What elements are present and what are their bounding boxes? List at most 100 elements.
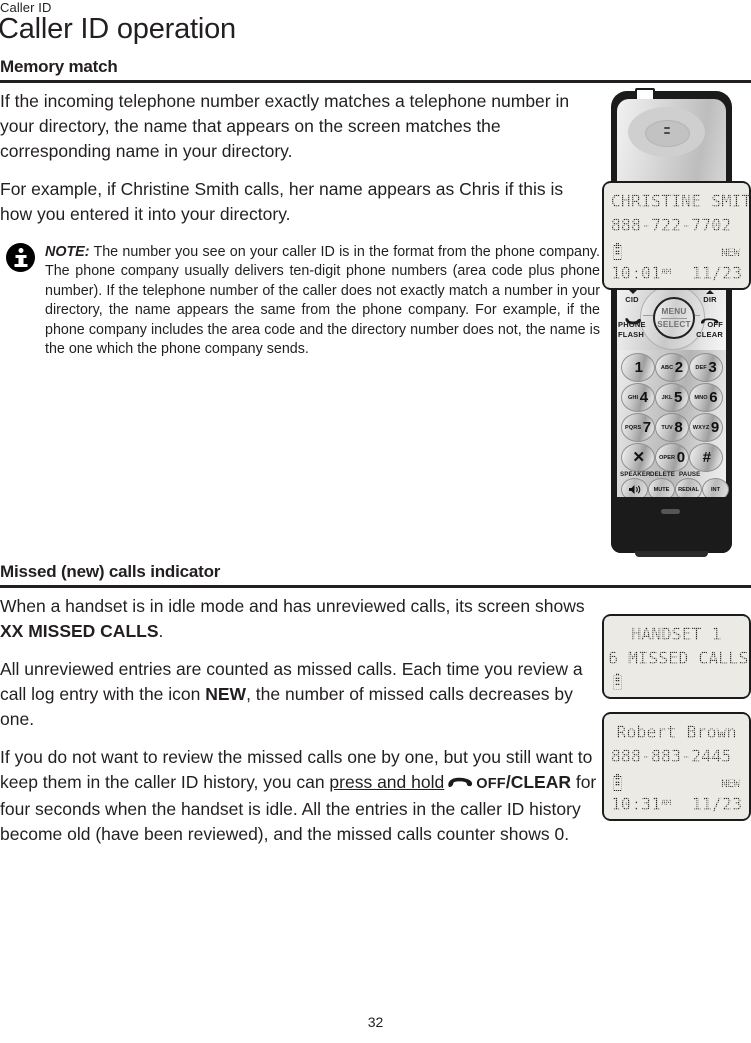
- paragraph: All unreviewed entries are counted as mi…: [0, 657, 597, 732]
- paragraph: For example, if Christine Smith calls, h…: [0, 179, 564, 224]
- menu-label: MENU: [661, 306, 687, 316]
- key-letters: GHI: [627, 394, 639, 401]
- key-digit: 3: [708, 359, 717, 376]
- key-digit: 4: [639, 389, 649, 406]
- key-6[interactable]: MNO 6: [689, 383, 723, 412]
- keypad: 1 ABC 2 DEF 3 GHI 4 JKL 5 MNO 6 PQRS 7 TUV 8 WX…: [617, 350, 729, 501]
- brand-logo-ghost: [641, 161, 696, 175]
- handset-illustration: CID DIR MENU SELECT PHONE FLASH OFF CLEA…: [611, 88, 732, 557]
- key-5[interactable]: JKL 5: [655, 383, 689, 412]
- section-heading-memory-match: Memory match: [0, 57, 118, 76]
- lcd-ampm: AM: [661, 267, 672, 276]
- key-digit: 0: [676, 449, 686, 466]
- lcd-caller-name: CHRISTINE SMITH: [611, 192, 751, 211]
- off-key-label[interactable]: OFF: [691, 321, 723, 329]
- key-digit: 2: [674, 359, 684, 376]
- key-letters: MNO: [694, 394, 708, 401]
- battery-icon: [613, 773, 622, 791]
- microphone-slot: [661, 509, 680, 514]
- key-2[interactable]: ABC 2: [655, 353, 689, 382]
- battery-icon: [613, 242, 622, 260]
- note-text: NOTE: The number you see on your caller …: [45, 243, 600, 359]
- lcd-new-flag: NEW: [721, 777, 740, 790]
- divider-missed-calls: [0, 585, 751, 588]
- page-title: Caller ID operation: [0, 13, 236, 45]
- lcd-time: 10:01AM: [611, 264, 671, 283]
- key-digit: 1: [634, 359, 643, 376]
- key-letters: PQRS: [624, 424, 642, 431]
- speaker-key-label[interactable]: SPEAKER: [620, 471, 651, 478]
- key-1[interactable]: 1: [621, 353, 655, 382]
- key-letters: JKL: [661, 394, 673, 401]
- phone-handset-down-icon: [700, 312, 719, 324]
- inline-clear-label: /CLEAR: [505, 772, 571, 792]
- missed-calls-body: When a handset is in idle mode and has u…: [0, 594, 597, 860]
- note-body: The number you see on your caller ID is …: [45, 244, 600, 358]
- lcd-screen-missed-calls: HANDSET 1 6 MISSED CALLS: [602, 614, 751, 699]
- menu-select-button[interactable]: MENU SELECT: [653, 297, 695, 339]
- phone-handset-up-icon: [624, 312, 642, 325]
- memory-match-body: If the incoming telephone number exactly…: [0, 89, 597, 240]
- inline-off-label: OFF: [476, 776, 506, 792]
- phone-key-label[interactable]: PHONE: [618, 321, 648, 329]
- lcd-screen-robert-brown: Robert Brown 888-883-2445 NEW 10:31AM 11…: [602, 712, 751, 821]
- lcd-date: 11/23: [691, 264, 742, 283]
- paragraph: When a handset is in idle mode and has u…: [0, 594, 597, 644]
- paragraph: If the incoming telephone number exactly…: [0, 91, 570, 161]
- section-heading-missed-calls: Missed (new) calls indicator: [0, 562, 221, 581]
- key-digit: 7: [642, 419, 652, 436]
- clear-key-label[interactable]: CLEAR: [691, 331, 723, 339]
- lcd-caller-number: 888-722-7702: [611, 216, 732, 235]
- paragraph: If you do not want to review the missed …: [0, 745, 597, 847]
- lcd-time: 10:31AM: [611, 795, 671, 814]
- earpiece-speaker-dots: [664, 127, 670, 138]
- key-8[interactable]: TUV 8: [655, 413, 689, 442]
- lcd-new-flag: NEW: [721, 246, 740, 259]
- delete-key-label[interactable]: DELETE: [650, 471, 675, 478]
- info-icon: [6, 243, 35, 272]
- inline-press-and-hold: press and hold: [329, 772, 445, 792]
- key-4[interactable]: GHI 4: [621, 383, 655, 412]
- lcd-caller-name: Robert Brown: [616, 723, 737, 742]
- paragraph-text: .: [158, 621, 164, 641]
- flash-key-label[interactable]: FLASH: [618, 331, 648, 339]
- key-letters: TUV: [661, 424, 673, 431]
- lcd-handset-label: HANDSET 1: [631, 625, 722, 644]
- lcd-screen-caller-id: CHRISTINE SMITH 888-722-7702 NEW 10:01AM…: [602, 181, 751, 290]
- lcd-date: 11/23: [691, 795, 742, 814]
- key-digit: 8: [674, 419, 683, 436]
- key-letters: OPER: [658, 454, 676, 461]
- key-pound[interactable]: #: [689, 443, 723, 472]
- divider-memory-match: [0, 80, 751, 83]
- select-label: SELECT: [657, 319, 691, 329]
- handset-chin: [611, 497, 732, 553]
- key-0[interactable]: OPER 0: [655, 443, 689, 472]
- battery-icon: [613, 672, 622, 690]
- pause-key-label[interactable]: PAUSE: [679, 471, 700, 478]
- key-7[interactable]: PQRS 7: [621, 413, 655, 442]
- key-letters: DEF: [695, 364, 707, 371]
- key-9[interactable]: WXYZ 9: [689, 413, 723, 442]
- inline-bold-xx-missed-calls: XX MISSED CALLS: [0, 621, 159, 641]
- key-letters: WXYZ: [692, 424, 710, 431]
- key-digit: 6: [709, 389, 718, 406]
- key-3[interactable]: DEF 3: [689, 353, 723, 382]
- lcd-time-value: 10:01: [611, 264, 662, 283]
- lcd-missed-calls-count: 6 MISSED CALLS: [608, 649, 749, 668]
- dir-key-label[interactable]: DIR: [699, 296, 721, 304]
- paragraph-text: When a handset is in idle mode and has u…: [0, 596, 585, 616]
- speaker-icon: [628, 485, 640, 494]
- cid-key-label[interactable]: CID: [621, 296, 643, 304]
- inline-bold-new: NEW: [205, 684, 247, 704]
- key-digit: 9: [710, 419, 720, 436]
- handset-down-icon: [447, 772, 473, 788]
- lcd-time-value: 10:31: [611, 795, 662, 814]
- key-digit: 5: [674, 389, 683, 406]
- key-star[interactable]: ✕: [621, 443, 655, 472]
- navigation-zone: CID DIR MENU SELECT PHONE FLASH OFF CLEA…: [617, 285, 726, 351]
- lcd-ampm: AM: [661, 798, 672, 807]
- chevron-up-icon: [706, 290, 714, 294]
- note-label: NOTE:: [45, 244, 90, 260]
- page-number: 32: [367, 1014, 384, 1030]
- note-block: NOTE: The number you see on your caller …: [0, 243, 600, 359]
